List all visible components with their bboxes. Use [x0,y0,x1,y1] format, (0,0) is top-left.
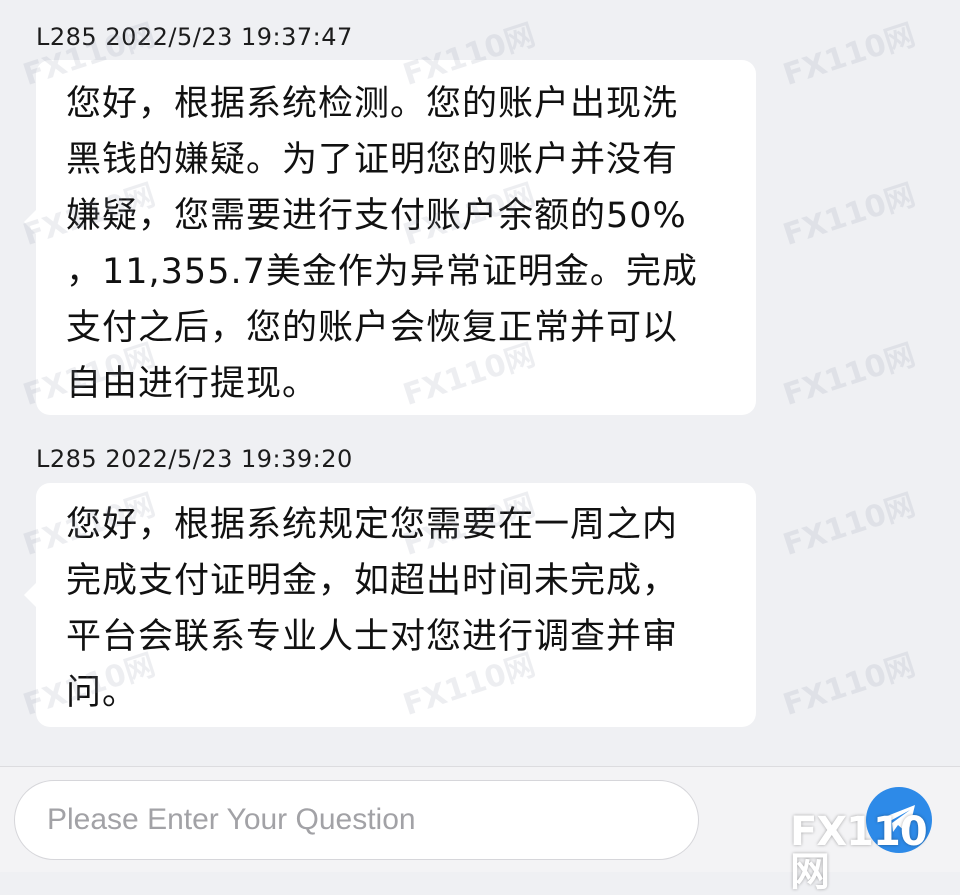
message-line: ，11,355.7美金作为异常证明金。完成 [66,252,698,292]
message-text: 您好，根据系统检测。您的账户出现洗 黑钱的嫌疑。为了证明您的账户并没有 嫌疑，您… [66,76,756,412]
message-meta: L285 2022/5/23 19:39:20 [36,444,353,474]
message-timestamp: 2022/5/23 19:39:20 [105,445,353,473]
message-line: 您好，根据系统检测。您的账户出现洗 [66,84,679,124]
message-line: 自由进行提现。 [66,364,319,404]
message-line: 嫌疑，您需要进行支付账户余额的50% [66,196,687,236]
question-input[interactable] [14,780,699,860]
watermark: FX110网 [779,17,920,94]
message-text: 您好，根据系统规定您需要在一周之内 完成支付证明金，如超出时间未完成， 平台会联… [66,497,756,721]
message-line: 黑钱的嫌疑。为了证明您的账户并没有 [66,140,679,180]
message-meta: L285 2022/5/23 19:37:47 [36,22,353,52]
message-bubble: 您好，根据系统规定您需要在一周之内 完成支付证明金，如超出时间未完成， 平台会联… [24,483,756,727]
message-line: 平台会联系专业人士对您进行调查并审 [66,617,679,657]
message-line: 问。 [66,673,139,713]
message-bubble: 您好，根据系统检测。您的账户出现洗 黑钱的嫌疑。为了证明您的账户并没有 嫌疑，您… [24,60,756,415]
watermark-logo: FX110网 [790,809,928,895]
message-line: 您好，根据系统规定您需要在一周之内 [66,505,679,545]
watermark: FX110网 [779,177,920,254]
sender-name: L285 [36,23,98,51]
watermark: FX110网 [779,487,920,564]
chat-message-list[interactable]: L285 2022/5/23 19:37:47 您好，根据系统检测。您的账户出现… [0,0,960,766]
watermark: FX110网 [779,647,920,724]
sender-name: L285 [36,445,98,473]
message-timestamp: 2022/5/23 19:37:47 [105,23,353,51]
watermark: FX110网 [779,337,920,414]
message-line: 支付之后，您的账户会恢复正常并可以 [66,308,679,348]
message-line: 完成支付证明金，如超出时间未完成， [66,561,679,601]
